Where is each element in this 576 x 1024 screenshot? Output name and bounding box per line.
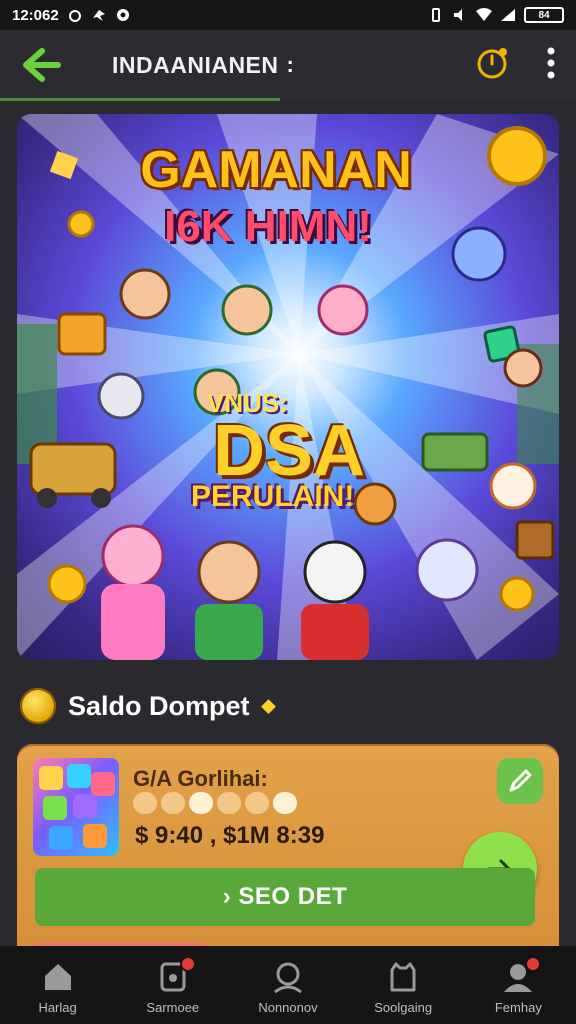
- edit-button[interactable]: [497, 758, 543, 804]
- character-boy: [197, 540, 261, 604]
- nav-label: Soolgaing: [374, 1000, 433, 1015]
- status-right: 84: [428, 7, 564, 23]
- pencil-icon: [509, 769, 532, 792]
- bottom-navigation: Harlag Sarmoee Nonnonov Soolgaing Femhay: [0, 946, 576, 1024]
- crate-icon: [515, 520, 555, 560]
- search-icon: [274, 962, 302, 994]
- progress-dot-active: [273, 792, 297, 814]
- nav-label: Femhay: [494, 1000, 542, 1015]
- vibrate-icon: [432, 8, 440, 22]
- tile-icon: [43, 796, 67, 820]
- coin-icon: [47, 564, 87, 604]
- character-pink-cat: [101, 524, 165, 588]
- progress-dots: [133, 792, 297, 814]
- tab-indicator: [0, 98, 280, 101]
- tile-icon: [83, 824, 107, 848]
- coin-icon: [499, 576, 535, 612]
- progress-dot-active: [189, 792, 213, 814]
- status-left: 12:062: [12, 7, 131, 24]
- character-pink-cat-body: [101, 584, 165, 660]
- nav-item-notifications[interactable]: Sarmoee: [118, 946, 228, 1015]
- arrow-left-icon: [23, 48, 61, 82]
- progress-dot: [161, 792, 185, 814]
- notification-circle-icon: [116, 9, 129, 21]
- page-title: INDAANIANEN: [112, 51, 279, 78]
- nav-label: Nonnonov: [258, 1000, 318, 1015]
- section-title: Saldo Dompet: [68, 690, 250, 721]
- nav-label: Harlag: [38, 1000, 77, 1015]
- back-button[interactable]: [0, 30, 84, 100]
- signal-icon: [501, 9, 515, 21]
- nav-item-home[interactable]: Harlag: [3, 946, 113, 1015]
- notifications-icon-wrap: [156, 956, 196, 994]
- banner-title-line2: I6K HIMN!: [164, 202, 372, 251]
- status-time: 12:062: [12, 6, 59, 24]
- title-suffix: :: [286, 52, 294, 77]
- mute-icon: [454, 9, 462, 21]
- timer-button[interactable]: [476, 46, 510, 85]
- progress-dot: [245, 792, 269, 814]
- character-green-hat: [221, 284, 273, 336]
- wheel-icon: [37, 488, 57, 508]
- status-bar: 12:062 84: [0, 0, 576, 30]
- banner-tagline: PERULAIN!: [191, 480, 355, 513]
- treasure-chest-icon: [57, 312, 107, 356]
- battery-indicator: 84: [524, 7, 564, 23]
- progress-dot: [217, 792, 241, 814]
- promo-banner[interactable]: GAMANAN I6K HIMN! VNUS: DSA PERULAIN!: [17, 114, 559, 660]
- tile-icon: [67, 764, 91, 788]
- coin-icon: [20, 688, 56, 724]
- more-vertical-icon: [547, 47, 555, 78]
- more-options-button[interactable]: [546, 46, 556, 85]
- app-bar: INDAANIANEN :: [0, 30, 576, 100]
- app-bar-actions: [476, 30, 556, 100]
- alarm-icon: [68, 10, 81, 22]
- sparkle-icon: ⬥: [261, 694, 276, 717]
- banner-title-line1: GAMANAN: [140, 141, 412, 199]
- nav-item-search[interactable]: Nonnonov: [233, 946, 343, 1015]
- bird-icon: [92, 10, 105, 21]
- nav-item-shopping[interactable]: Soolgaing: [348, 946, 458, 1015]
- home-icon: [44, 964, 71, 990]
- character-bear: [97, 372, 145, 420]
- progress-dot: [133, 792, 157, 814]
- character-pink-hair: [317, 284, 369, 336]
- truck-icon: [421, 432, 489, 472]
- bag-icon: [390, 962, 416, 992]
- profile-icon-wrap: [501, 956, 542, 994]
- character-knight: [119, 268, 171, 320]
- notification-badge: [179, 956, 196, 972]
- tile-icon: [49, 826, 73, 850]
- character-fox: [489, 462, 537, 510]
- nav-label: Sarmoee: [146, 1000, 200, 1015]
- tile-icon: [39, 766, 63, 790]
- character-panda-body: [301, 604, 369, 660]
- primary-action-button[interactable]: › SEO DET: [35, 868, 535, 926]
- stopwatch-icon: [477, 47, 507, 78]
- wallet-balance: $ 9:40 , $1M 8:39: [135, 822, 325, 849]
- tile-icon: [73, 794, 97, 818]
- character-boy-body: [195, 604, 263, 660]
- wallet-label: G/A Gorlihai:: [133, 766, 268, 791]
- tile-icon: [91, 772, 115, 796]
- car-icon: [29, 442, 117, 496]
- wheel-icon: [91, 488, 111, 508]
- wallet-section-header: Saldo Dompet ⬥: [20, 688, 276, 724]
- character-purple-hat: [415, 538, 479, 602]
- character-small: [503, 348, 543, 388]
- game-thumbnail[interactable]: [33, 758, 119, 856]
- wifi-icon: [476, 8, 492, 21]
- nav-item-profile[interactable]: Femhay: [463, 946, 573, 1015]
- profile-badge: [525, 956, 542, 972]
- character-panda: [303, 540, 367, 604]
